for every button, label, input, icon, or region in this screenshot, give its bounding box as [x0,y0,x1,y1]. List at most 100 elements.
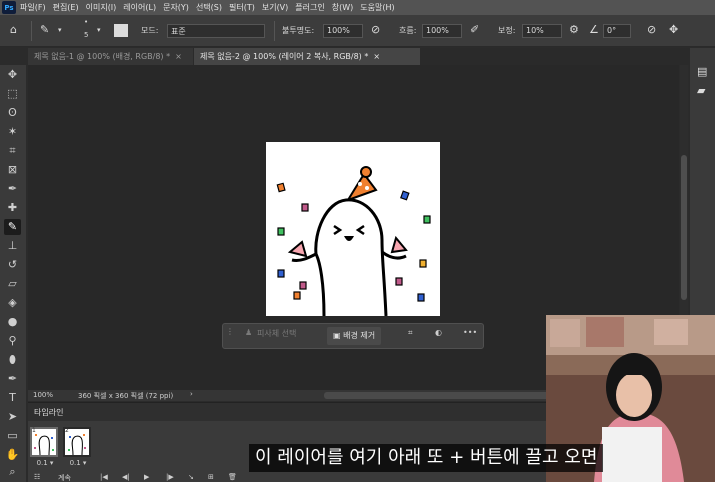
delete-frame-icon[interactable]: 🗑 [228,473,237,481]
adjustment-icon[interactable]: ◐ [435,328,442,337]
eraser-tool-icon[interactable]: ▱ [4,276,21,292]
first-frame-icon[interactable]: |◀ [100,473,108,481]
confetti [395,277,403,286]
duplicate-frame-icon[interactable]: ⊞ [208,473,214,481]
menu-file[interactable]: 파일(F) [20,2,46,13]
symmetry-icon[interactable]: ✥ [669,24,678,36]
document-canvas[interactable] [266,142,440,316]
panel-icon[interactable]: ▤ [697,66,707,78]
confetti [417,293,425,302]
confetti [301,203,309,212]
more-options-button[interactable]: ••• [463,328,477,337]
options-bar: ⌂ ✎ ▾ • 5 ▾ 모드: 표준 불투명도: 100% ⊘ 흐름: 100%… [0,15,715,47]
tab-document-2[interactable]: 제목 없음-2 @ 100% (레이어 2 복사, RGB/8) * × [194,48,420,65]
home-icon[interactable]: ⌂ [10,24,17,36]
brush-tool-icon[interactable]: ✎ [4,219,21,235]
dodge-tool-icon[interactable]: ⚲ [4,333,21,349]
flow-label: 흐름: [399,26,417,35]
menu-select[interactable]: 선택(S) [196,2,222,13]
magic-wand-tool-icon[interactable]: ✶ [4,124,21,140]
scrollbar-thumb[interactable] [681,155,687,300]
confetti [277,227,285,236]
pressure-opacity-icon[interactable]: ⊘ [371,24,380,36]
brush-settings-icon[interactable] [114,24,128,37]
confetti [276,182,286,193]
timeline-frame-2[interactable]: 2 0.1 ▾ [63,427,93,469]
rectangle-tool-icon[interactable]: ▭ [4,428,21,444]
marquee-tool-icon[interactable]: ⬚ [4,86,21,102]
smoothing-field[interactable]: 10% [522,24,562,38]
menu-bar: Ps 파일(F) 편집(E) 이미지(I) 레이어(L) 문자(Y) 선택(S)… [0,0,715,15]
timeline-frame-1[interactable]: 1 0.1 ▾ [30,427,60,469]
tab-document-1[interactable]: 제목 없음-1 @ 100% (배경, RGB/8) * × [28,48,193,65]
menu-view[interactable]: 보기(V) [262,2,288,13]
frame-delay-select[interactable]: 0.1 ▾ [30,459,60,467]
zoom-tool-icon[interactable]: ⌕ [4,464,21,480]
crop-tool-icon[interactable]: ⌗ [4,143,21,159]
divider [31,21,32,41]
opacity-field[interactable]: 100% [323,24,363,38]
frame-tool-icon[interactable]: ⊠ [4,162,21,178]
close-icon[interactable]: × [175,52,182,61]
status-info-arrow[interactable]: › [190,390,193,398]
lasso-tool-icon[interactable]: ʘ [4,105,21,121]
confetti [299,281,307,290]
frame-delay-select[interactable]: 0.1 ▾ [63,459,93,467]
next-frame-icon[interactable]: |▶ [166,473,174,481]
menu-help[interactable]: 도움말(H) [360,2,394,13]
chevron-down-icon[interactable]: ▾ [97,24,101,36]
comment-icon[interactable]: ▰ [697,85,705,97]
path-selection-tool-icon[interactable]: ➤ [4,409,21,425]
close-icon[interactable]: × [373,52,380,61]
blur-tool-icon[interactable]: ● [4,314,21,330]
paint-bucket-tool-icon[interactable]: ◈ [4,295,21,311]
timeline-title[interactable]: 타임라인 [34,407,63,418]
ghost-body [314,198,388,316]
photoshop-logo: Ps [2,1,16,14]
mode-label: 모드: [141,26,159,35]
zoom-level[interactable]: 100% [33,391,53,399]
transform-icon[interactable]: ⌗ [408,328,413,338]
menu-plugins[interactable]: 플러그인 [295,2,324,13]
menu-window[interactable]: 창(W) [332,2,354,13]
chevron-down-icon[interactable]: ▾ [58,24,62,36]
type-tool-icon[interactable]: T [4,390,21,406]
pressure-size-icon[interactable]: ⊘ [647,24,656,36]
convert-timeline-icon[interactable]: ☷ [34,473,40,481]
divider [274,21,275,41]
angle-field[interactable]: 0° [603,24,631,38]
clone-stamp-tool-icon[interactable]: ⊥ [4,238,21,254]
ghost-party-illustration [276,166,431,316]
airbrush-icon[interactable]: ✐ [470,24,479,36]
healing-brush-tool-icon[interactable]: ✚ [4,200,21,216]
drag-handle-icon[interactable]: ⋮ [226,327,234,336]
document-tab-bar: 제목 없음-1 @ 100% (배경, RGB/8) * × 제목 없음-2 @ … [28,48,689,65]
remove-background-button[interactable]: ▣ 배경 제거 [327,327,382,345]
mode-select[interactable]: 표준 [167,24,265,38]
play-icon[interactable]: ▶ [144,473,149,481]
gear-icon[interactable]: ⚙ [569,24,579,36]
confetti [293,291,301,300]
menu-filter[interactable]: 필터(T) [229,2,255,13]
loop-select[interactable]: 계속 [58,473,71,482]
menu-image[interactable]: 이미지(I) [86,2,117,13]
hat-dot [365,186,369,190]
previous-frame-icon[interactable]: ◀| [122,473,130,481]
select-subject-button[interactable]: 피사체 선택 [257,328,296,339]
menu-edit[interactable]: 편집(E) [53,2,79,13]
video-subtitle: 이 레이어를 여기 아래 또 + 버튼에 끌고 오면 [249,444,604,472]
tween-icon[interactable]: ↘ [188,473,194,481]
menu-type[interactable]: 문자(Y) [163,2,189,13]
menu-layer[interactable]: 레이어(L) [123,2,156,13]
sponge-tool-icon[interactable]: ⬮ [4,352,21,368]
move-tool-icon[interactable]: ✥ [4,67,21,83]
frame-number: 1 [32,427,36,434]
pen-tool-icon[interactable]: ✒ [4,371,21,387]
history-brush-tool-icon[interactable]: ↺ [4,257,21,273]
hand-tool-icon[interactable]: ✋ [4,447,21,463]
flow-field[interactable]: 100% [422,24,462,38]
brush-preset-icon[interactable]: ✎ [40,24,49,36]
hat-dot [358,182,362,186]
brush-size-value: 5 [84,31,89,39]
eyedropper-tool-icon[interactable]: ✒ [4,181,21,197]
